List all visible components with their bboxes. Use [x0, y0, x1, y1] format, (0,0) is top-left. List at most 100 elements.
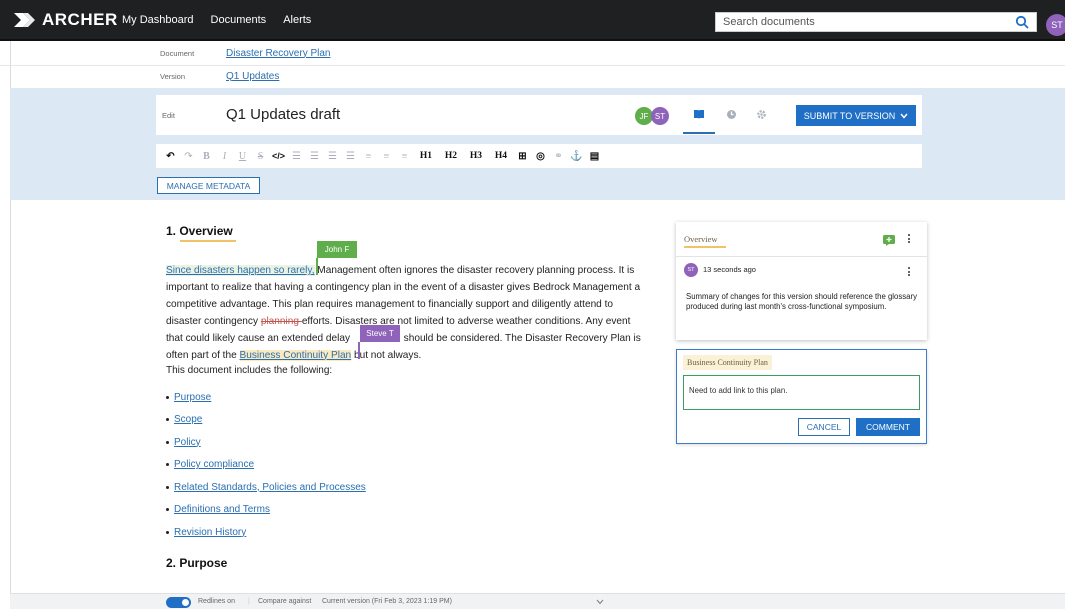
collaborator-avatar-st[interactable]: ST: [651, 107, 669, 125]
brand-logo[interactable]: ARCHER: [14, 10, 118, 30]
heading-4-button[interactable]: H4: [490, 149, 512, 164]
cursor-tag-steve: Steve T: [360, 325, 400, 342]
active-tab-indicator: [683, 132, 715, 134]
add-comment-icon[interactable]: [883, 233, 895, 251]
comment-highlight-underline: [180, 240, 236, 242]
para-text: often part of the: [166, 349, 240, 361]
align-left-icon[interactable]: ≡: [361, 149, 376, 164]
comment-thread-card[interactable]: Overview ST 13 seconds ago Summary of ch…: [676, 222, 927, 340]
list-item: Policy: [166, 431, 366, 454]
formatting-toolbar: ↶ ↷ B I U S </> ☰ ☰ ☰ ☰ ≡ ≡ ≡ H1 H2 H3 H…: [156, 144, 922, 168]
para-text: disaster contingency: [166, 315, 261, 327]
para-text: but not always.: [351, 349, 422, 361]
link-icon[interactable]: ⚭: [551, 149, 566, 164]
undo-icon[interactable]: ↶: [163, 149, 178, 164]
cancel-button[interactable]: CANCEL: [798, 418, 850, 436]
search-icon[interactable]: [1015, 15, 1029, 34]
link-revision-history[interactable]: Revision History: [174, 527, 246, 538]
para-text: should be considered. The Disaster Recov…: [400, 332, 641, 344]
overview-paragraph[interactable]: Since disasters happen so rarely, Manage…: [166, 263, 666, 364]
anchor-icon[interactable]: ⚓: [569, 149, 584, 164]
bold-icon[interactable]: B: [199, 149, 214, 164]
list-item: Related Standards, Policies and Processe…: [166, 476, 366, 499]
status-footer: Redlines on | Compare against Current ve…: [10, 593, 1065, 609]
link-policy[interactable]: Policy: [174, 437, 201, 448]
contents-list: Purpose Scope Policy Policy compliance R…: [166, 386, 366, 544]
comment-menu-icon[interactable]: [907, 267, 911, 276]
compare-select[interactable]: Current version (Fri Feb 3, 2023 1:19 PM…: [322, 598, 452, 605]
heading-2-button[interactable]: H2: [440, 149, 462, 164]
comment-timestamp: 13 seconds ago: [703, 265, 756, 274]
cursor-steve: [358, 342, 360, 359]
comment-input[interactable]: Need to add link to this plan.: [683, 375, 920, 410]
inserted-text[interactable]: Since disasters happen so rarely,: [166, 265, 315, 276]
thread-title-underline: [684, 246, 726, 248]
document-link[interactable]: Disaster Recovery Plan: [226, 48, 330, 59]
indent-icon[interactable]: ☰: [343, 149, 358, 164]
user-avatar[interactable]: ST: [1046, 14, 1065, 36]
thread-menu-icon[interactable]: [907, 234, 911, 243]
italic-icon[interactable]: I: [217, 149, 232, 164]
cursor-tag-john: John F: [317, 241, 357, 258]
link-scope[interactable]: Scope: [174, 414, 202, 425]
manage-metadata-button[interactable]: MANAGE METADATA: [157, 177, 260, 194]
table-icon[interactable]: ⊞: [515, 149, 530, 164]
link-purpose[interactable]: Purpose: [174, 392, 211, 403]
commented-text-link[interactable]: Business Continuity Plan: [239, 349, 352, 361]
document-label: Document: [160, 48, 195, 58]
version-link[interactable]: Q1 Updates: [226, 71, 279, 82]
nav-documents[interactable]: Documents: [211, 14, 267, 26]
submit-to-version-button[interactable]: SUBMIT TO VERSION: [796, 105, 916, 126]
search-input[interactable]: [716, 16, 1006, 28]
para-line-5: that could likely cause an extended dela…: [166, 331, 666, 348]
align-center-icon[interactable]: ≡: [379, 149, 394, 164]
version-label: Version: [160, 71, 186, 81]
align-right-icon[interactable]: ≡: [397, 149, 412, 164]
para-line-1: Since disasters happen so rarely, Manage…: [166, 263, 666, 280]
separator: |: [248, 598, 250, 605]
bullet-list-icon[interactable]: ☰: [289, 149, 304, 164]
archer-arrow-icon: [14, 12, 35, 27]
list-item: Definitions and Terms: [166, 499, 366, 522]
submit-label: SUBMIT TO VERSION: [803, 110, 896, 121]
heading-3-button[interactable]: H3: [465, 149, 487, 164]
underline-icon[interactable]: U: [235, 149, 250, 164]
new-comment-title: Business Continuity Plan: [683, 355, 772, 370]
list-item: Revision History: [166, 521, 366, 544]
edit-title-card: Edit Q1 Updates draft JF ST SUBMIT TO VE…: [156, 95, 922, 135]
list-item: Purpose: [166, 386, 366, 409]
code-icon[interactable]: </>: [271, 149, 286, 164]
deleted-text: planning: [260, 315, 302, 327]
chevron-down-icon: [900, 113, 908, 119]
chevron-down-icon[interactable]: [596, 599, 604, 607]
redlines-toggle[interactable]: [166, 597, 191, 608]
para-text: Management often ignores the disaster re…: [314, 265, 635, 276]
gear-icon[interactable]: [756, 107, 767, 125]
divider: [676, 256, 927, 257]
intro-text: This document includes the following:: [166, 365, 333, 376]
heading-1-button[interactable]: H1: [415, 149, 437, 164]
redo-icon[interactable]: ↷: [181, 149, 196, 164]
link-related-standards[interactable]: Related Standards, Policies and Processe…: [174, 482, 366, 493]
numbered-list-icon[interactable]: ☰: [307, 149, 322, 164]
book-icon[interactable]: [693, 107, 705, 125]
new-comment-card: Business Continuity Plan Need to add lin…: [676, 349, 927, 444]
document-icon[interactable]: ▤: [587, 149, 602, 164]
history-icon[interactable]: [726, 107, 737, 125]
nav-alerts[interactable]: Alerts: [283, 14, 311, 26]
nav-my-dashboard[interactable]: My Dashboard: [122, 14, 194, 26]
list-item: Scope: [166, 409, 366, 432]
brand-name: ARCHER: [42, 9, 118, 29]
draft-title[interactable]: Q1 Updates draft: [226, 106, 340, 123]
link-definitions[interactable]: Definitions and Terms: [174, 504, 270, 515]
heading-purpose: 2. Purpose: [166, 556, 228, 570]
outdent-icon[interactable]: ☰: [325, 149, 340, 164]
compare-label: Compare against: [258, 598, 312, 605]
para-line-3: competitive advantage. This plan require…: [166, 298, 614, 310]
link-policy-compliance[interactable]: Policy compliance: [174, 459, 254, 470]
para-line-6: often part of the Business Continuity Pl…: [166, 348, 666, 365]
strikethrough-icon[interactable]: S: [253, 149, 268, 164]
comment-button[interactable]: COMMENT: [856, 418, 920, 436]
document-row: Document Disaster Recovery Plan: [160, 43, 330, 63]
comment-icon[interactable]: ◎: [533, 149, 548, 164]
